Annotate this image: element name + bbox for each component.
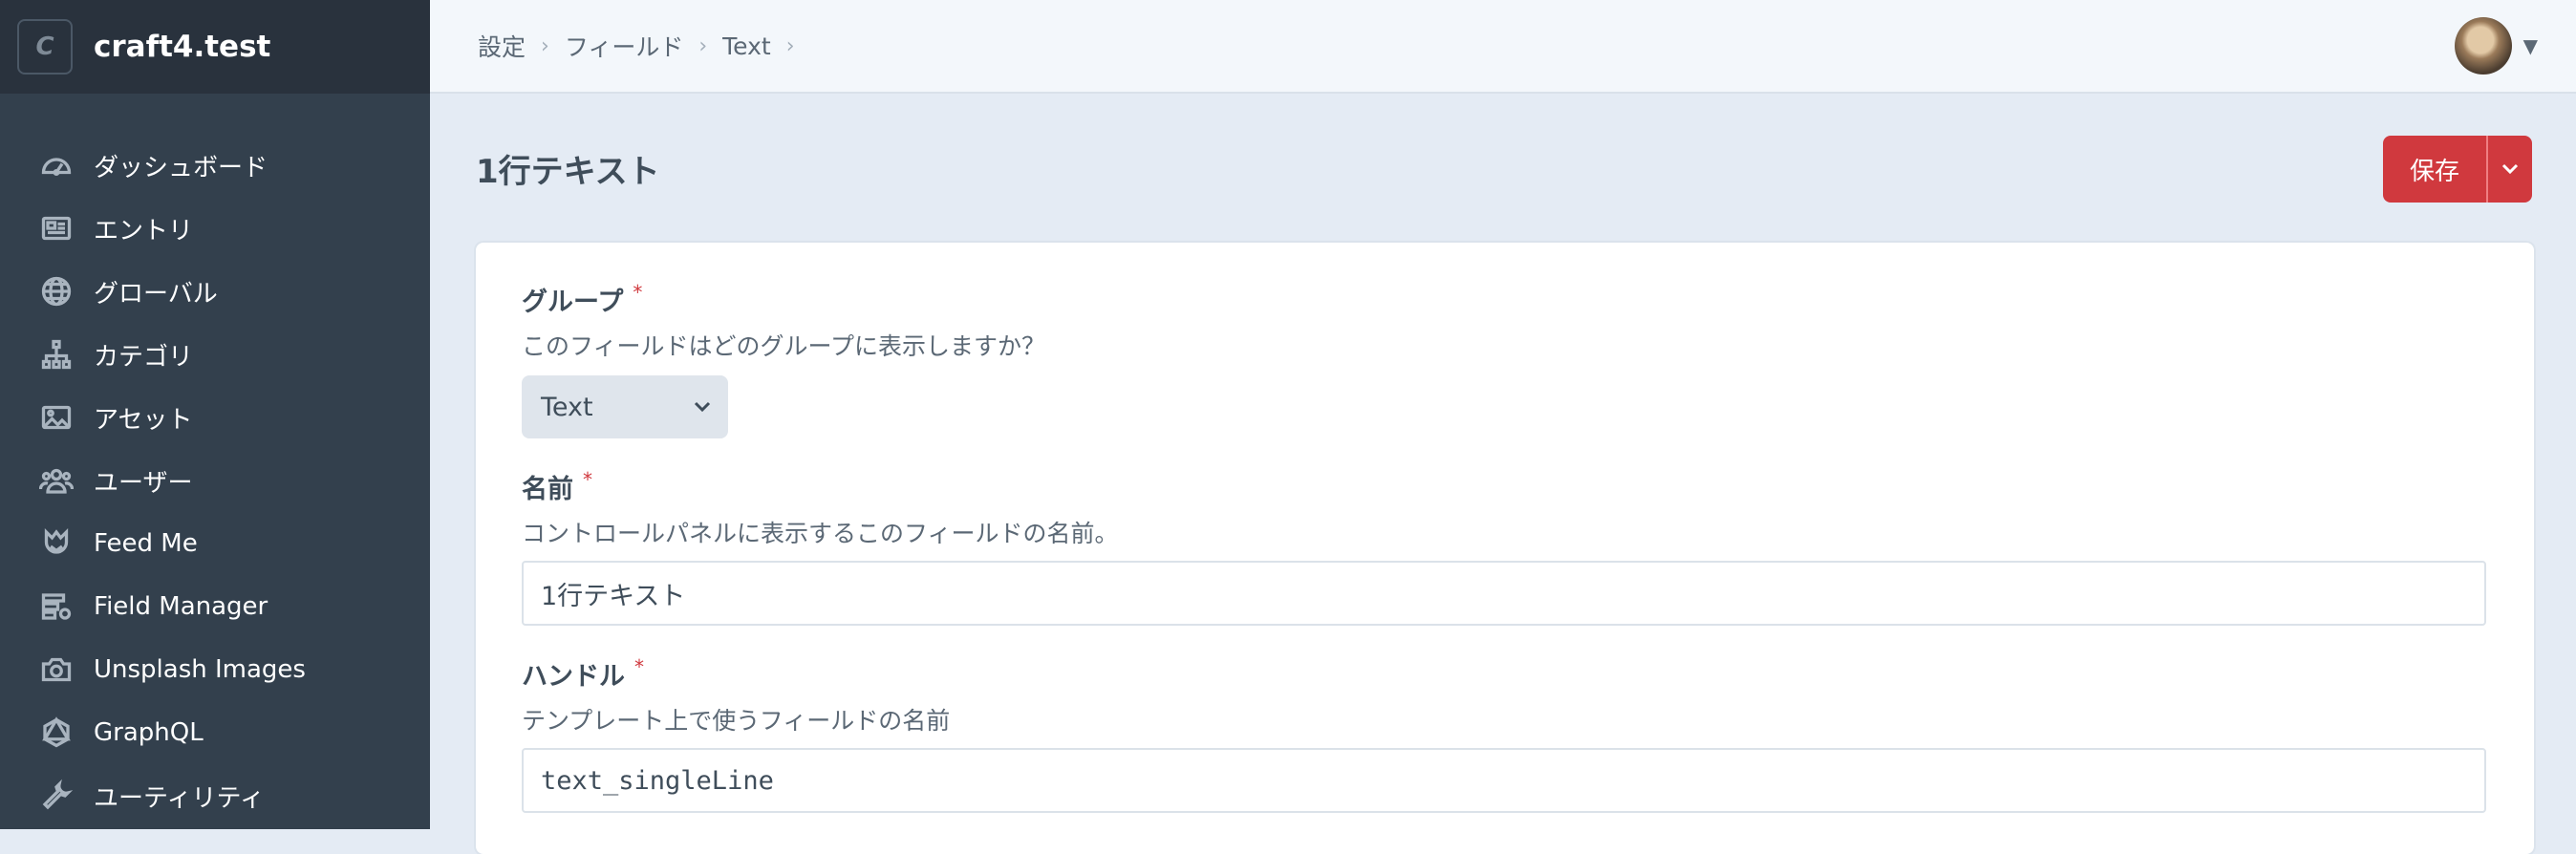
sidebar-item-label: ユーティリティ [94, 783, 265, 813]
group-field: グループ * このフィールドはどのグループに表示しますか？ Text [522, 281, 1045, 438]
gauge-icon [38, 147, 75, 183]
group-label: グループ [522, 288, 624, 317]
save-options-button[interactable] [2486, 136, 2532, 203]
name-label-row: 名前 * [522, 468, 2486, 505]
camera-icon [38, 651, 75, 688]
sidebar-item-label: ユーザー [94, 468, 193, 498]
sidebar-item-label: エントリ [94, 216, 194, 246]
group-select[interactable]: Text [522, 375, 728, 438]
sidebar: C craft4.test ダッシュボード エントリ グローバル カテゴリ アセ… [0, 0, 430, 829]
site-icon[interactable]: C [17, 19, 73, 75]
sidebar-item-users[interactable]: ユーザー [0, 449, 430, 512]
sidebar-item-categories[interactable]: カテゴリ [0, 323, 430, 386]
page-title: 1行テキスト [476, 153, 660, 191]
breadcrumb: 設定 › フィールド › Text › [478, 29, 810, 63]
chevron-right-icon: › [541, 33, 549, 58]
sidebar-item-dashboard[interactable]: ダッシュボード [0, 134, 430, 197]
required-icon: * [633, 281, 643, 304]
handle-label-row: ハンドル * [522, 655, 2486, 693]
site-name[interactable]: craft4.test [94, 30, 270, 64]
sidebar-item-label: グローバル [94, 279, 218, 309]
sidebar-item-label: Unsplash Images [94, 655, 306, 684]
main-nav: ダッシュボード エントリ グローバル カテゴリ アセット ユーザー Feed M… [0, 134, 430, 827]
handle-input[interactable] [522, 748, 2486, 813]
sidebar-item-label: Feed Me [94, 529, 198, 558]
breadcrumb-fields[interactable]: フィールド [565, 29, 684, 63]
wrench-icon [38, 778, 75, 814]
required-icon: * [634, 655, 644, 678]
sitemap-icon [38, 336, 75, 373]
group-select-value: Text [541, 392, 593, 422]
chevron-right-icon[interactable]: › [786, 34, 795, 58]
sidebar-item-unsplash-images[interactable]: Unsplash Images [0, 638, 430, 701]
users-icon [38, 462, 75, 499]
avatar[interactable] [2454, 17, 2512, 75]
name-instructions: コントロールパネルに表示するこのフィールドの名前。 [522, 520, 1119, 547]
name-field: 名前 * コントロールパネルに表示するこのフィールドの名前。 [522, 468, 2486, 626]
top-bar: 設定 › フィールド › Text › ▼ [430, 0, 2576, 94]
chevron-down-icon: ▼ [2522, 34, 2538, 57]
sidebar-item-label: Field Manager [94, 592, 268, 621]
image-icon [38, 399, 75, 436]
sidebar-item-label: ダッシュボード [94, 153, 268, 182]
sidebar-header: C craft4.test [0, 0, 430, 94]
name-input[interactable] [522, 561, 2486, 626]
user-menu[interactable]: ▼ [2454, 17, 2538, 75]
graphql-icon [38, 715, 75, 751]
sidebar-item-globals[interactable]: グローバル [0, 260, 430, 323]
chevron-down-icon [2501, 163, 2519, 175]
field-manager-icon [38, 588, 75, 625]
chevron-right-icon: › [698, 33, 708, 58]
sidebar-item-entries[interactable]: エントリ [0, 197, 430, 260]
globe-icon [38, 273, 75, 310]
name-label: 名前 [522, 475, 573, 504]
group-instructions: このフィールドはどのグループに表示しますか？ [522, 332, 1046, 360]
sidebar-item-graphql[interactable]: GraphQL [0, 701, 430, 764]
sidebar-item-label: カテゴリ [94, 342, 194, 372]
required-icon: * [583, 468, 592, 491]
breadcrumb-settings[interactable]: 設定 [478, 29, 526, 63]
newspaper-icon [38, 210, 75, 246]
sidebar-item-assets[interactable]: アセット [0, 386, 430, 449]
sidebar-item-label: アセット [94, 405, 193, 435]
save-button[interactable]: 保存 [2383, 136, 2486, 203]
breadcrumb-text[interactable]: Text [722, 32, 771, 60]
feedme-icon [38, 525, 75, 562]
chevron-down-icon [694, 401, 711, 413]
sidebar-item-feed-me[interactable]: Feed Me [0, 512, 430, 575]
handle-field: ハンドル * テンプレート上で使うフィールドの名前 [522, 655, 2486, 813]
sidebar-item-utilities[interactable]: ユーティリティ [0, 764, 430, 827]
handle-instructions: テンプレート上で使うフィールドの名前 [522, 707, 951, 735]
sidebar-item-label: GraphQL [94, 718, 204, 747]
save-button-group: 保存 [2383, 136, 2532, 203]
group-label-row: グループ * [522, 281, 1045, 318]
sidebar-item-field-manager[interactable]: Field Manager [0, 575, 430, 638]
handle-label: ハンドル [522, 662, 625, 692]
field-settings-card: グループ * このフィールドはどのグループに表示しますか？ Text 名前 * コン… [476, 243, 2534, 854]
